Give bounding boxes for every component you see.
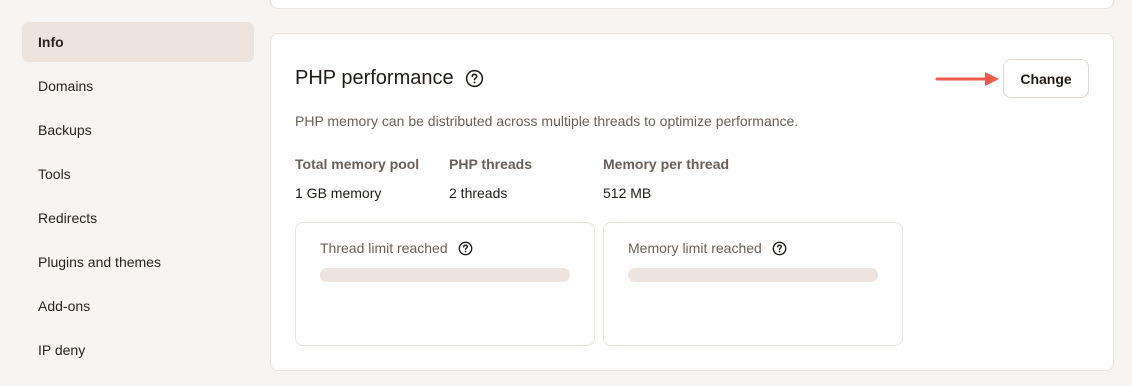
change-button[interactable]: Change — [1003, 59, 1089, 98]
stat-value: 2 threads — [449, 185, 508, 201]
stat-value: 512 MB — [603, 185, 652, 201]
php-performance-card: PHP performance Change PHP memory can be… — [270, 33, 1114, 371]
sidebar: Info Domains Backups Tools Redirects Plu… — [22, 22, 254, 374]
sidebar-item-backups[interactable]: Backups — [22, 110, 254, 150]
sidebar-item-info[interactable]: Info — [22, 22, 254, 62]
sidebar-item-add-ons[interactable]: Add-ons — [22, 286, 254, 326]
stat-label: Memory per thread — [603, 156, 730, 172]
sidebar-item-plugins-and-themes[interactable]: Plugins and themes — [22, 242, 254, 282]
limit-title-text: Thread limit reached — [320, 240, 448, 256]
stat-label: PHP threads — [449, 156, 532, 172]
memory-limit-box: Memory limit reached — [603, 222, 903, 346]
stat-total-memory-pool: Total memory pool 1 GB memory — [295, 156, 419, 201]
card-title-text: PHP performance — [295, 67, 454, 89]
thread-limit-box: Thread limit reached — [295, 222, 595, 346]
card-title: PHP performance — [295, 67, 484, 90]
stat-memory-per-thread: Memory per thread 512 MB — [603, 156, 729, 201]
sidebar-item-redirects[interactable]: Redirects — [22, 198, 254, 238]
stat-value: 1 GB memory — [295, 185, 382, 201]
sidebar-item-domains[interactable]: Domains — [22, 66, 254, 106]
help-icon[interactable] — [465, 69, 484, 88]
sidebar-item-tools[interactable]: Tools — [22, 154, 254, 194]
limit-title-text: Memory limit reached — [628, 240, 762, 256]
limit-title: Memory limit reached — [628, 240, 787, 256]
help-icon[interactable] — [772, 241, 787, 256]
loading-skeleton-bar — [628, 268, 878, 282]
arrow-right-icon — [935, 72, 999, 86]
stat-label: Total memory pool — [295, 156, 420, 172]
sidebar-item-ip-deny[interactable]: IP deny — [22, 330, 254, 370]
loading-skeleton-bar — [320, 268, 570, 282]
description: PHP memory can be distributed across mul… — [295, 113, 799, 129]
help-icon[interactable] — [458, 241, 473, 256]
limit-title: Thread limit reached — [320, 240, 473, 256]
stat-php-threads: PHP threads 2 threads — [449, 156, 532, 201]
previous-card — [270, 0, 1114, 9]
